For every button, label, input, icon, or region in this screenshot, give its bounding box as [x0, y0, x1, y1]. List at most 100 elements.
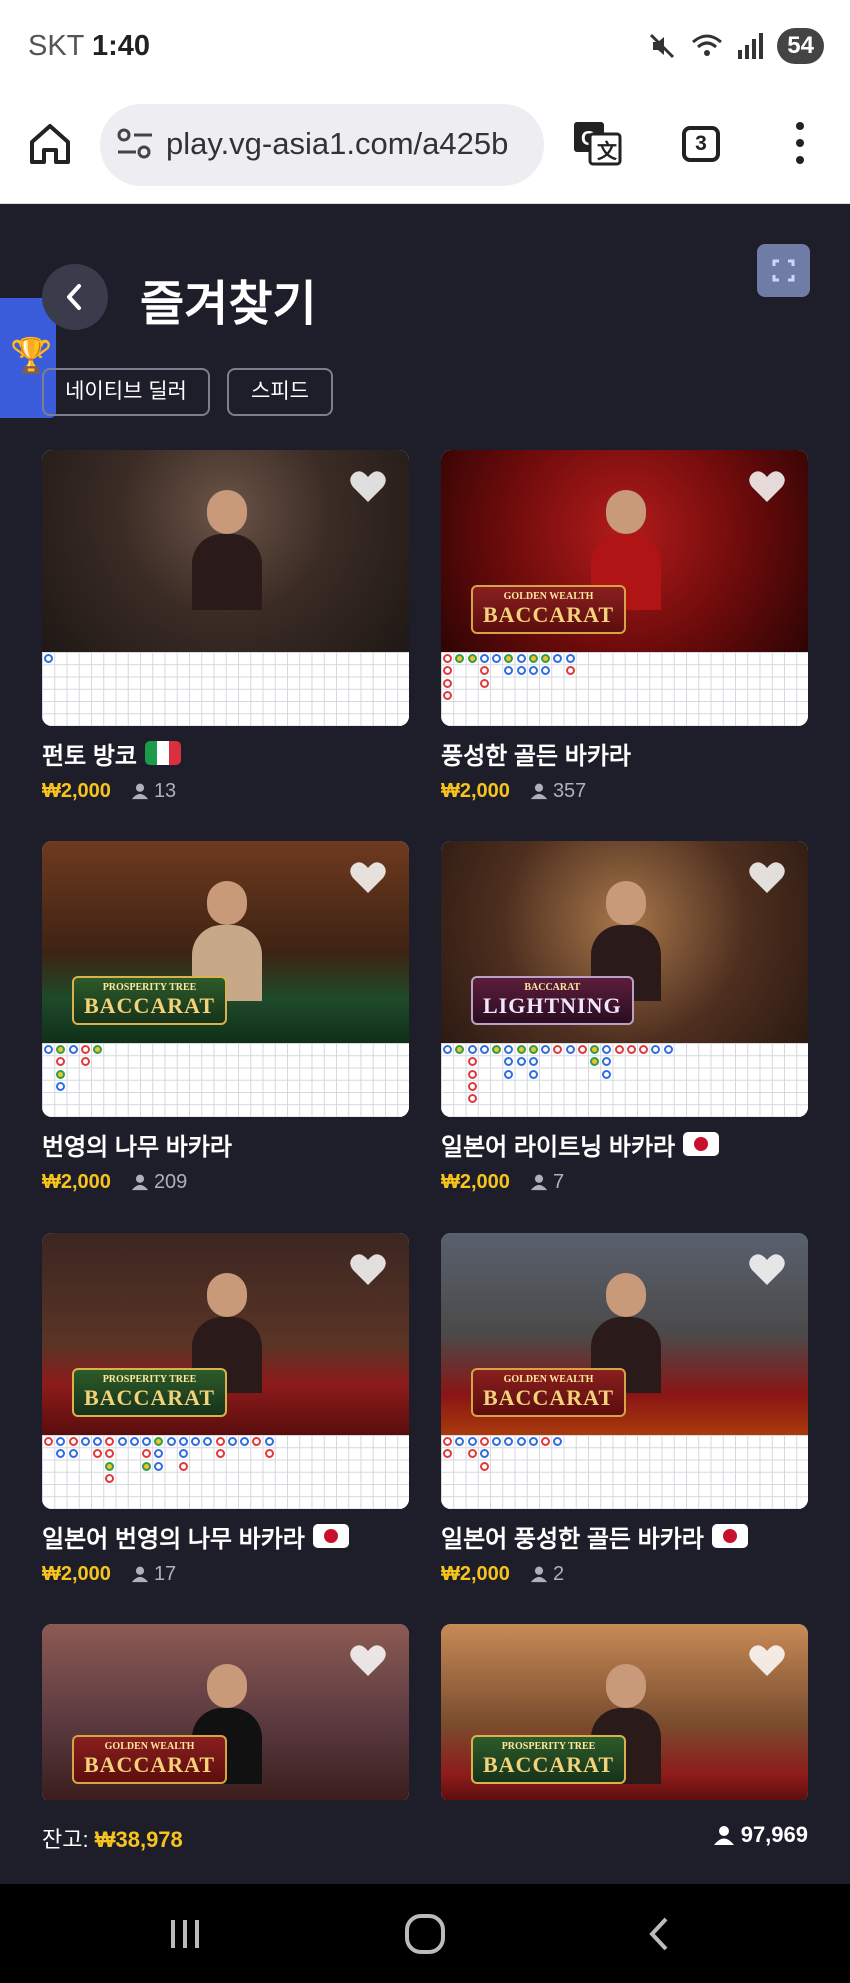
live-dealer-video: PROSPERITY TREE BACCARAT: [42, 841, 409, 1043]
bead-banker: [479, 1437, 489, 1446]
balance-value: ₩38,978: [94, 1827, 183, 1852]
bead-tie: [154, 1437, 164, 1446]
game-thumbnail[interactable]: PROSPERITY TREE BACCARAT: [42, 1233, 409, 1509]
bead-player: [467, 1045, 477, 1054]
game-title: 번영의 나무 바카라: [42, 1127, 409, 1161]
live-dealer-video: BACCARAT LIGHTNING: [441, 841, 808, 1043]
bead-player: [479, 1449, 489, 1459]
bead-player: [516, 654, 526, 663]
more-options-icon[interactable]: [790, 122, 810, 166]
game-logo-text: LIGHTNING: [483, 993, 622, 1018]
game-title-text: 일본어 풍성한 골든 바카라: [441, 1525, 704, 1553]
game-title: 일본어 풍성한 골든 바카라: [441, 1519, 808, 1553]
favorite-heart-icon[interactable]: [748, 861, 786, 895]
bead-player: [227, 1437, 237, 1446]
game-card[interactable]: PROSPERITY TREE BACCARAT 일본어 번영의 나무 바카라 ₩…: [42, 1233, 409, 1589]
site-settings-icon[interactable]: [116, 126, 154, 162]
bead-banker: [626, 1045, 636, 1054]
bead-player: [191, 1437, 200, 1446]
recent-apps-icon[interactable]: [165, 1914, 205, 1954]
bead-player: [56, 1081, 66, 1091]
browser-toolbar: play.vg-asia1.com/a425b G文 3: [0, 96, 850, 204]
game-thumbnail[interactable]: GOLDEN WEALTH BACCARAT: [441, 450, 808, 726]
home-icon[interactable]: [26, 120, 74, 168]
game-thumbnail[interactable]: GOLDEN WEALTH BACCARAT: [441, 1233, 808, 1509]
fullscreen-button[interactable]: [757, 244, 810, 297]
game-logo-text: BACCARAT: [84, 1385, 216, 1410]
game-card[interactable]: PROSPERITY TREE BACCARAT: [441, 1624, 808, 1802]
bead-player: [528, 666, 538, 676]
player-count: 13: [131, 780, 176, 803]
bead-road: [42, 1435, 409, 1509]
game-meta: ₩2,000 209: [42, 1167, 409, 1197]
game-card[interactable]: GOLDEN WEALTH BACCARAT: [42, 1624, 409, 1802]
bead-tie: [93, 1045, 102, 1054]
address-bar[interactable]: play.vg-asia1.com/a425b: [100, 104, 544, 186]
game-card[interactable]: PROSPERITY TREE BACCARAT 번영의 나무 바카라 ₩2,00…: [42, 841, 409, 1197]
bead-player: [528, 1437, 538, 1446]
live-dealer-video: PROSPERITY TREE BACCARAT: [441, 1624, 808, 1802]
favorite-heart-icon[interactable]: [349, 1253, 387, 1287]
player-count: 17: [131, 1563, 176, 1586]
game-logo-text: BACCARAT: [84, 1752, 216, 1777]
game-thumbnail[interactable]: PROSPERITY TREE BACCARAT: [441, 1624, 808, 1802]
bead-player: [154, 1449, 164, 1459]
bead-player: [663, 1045, 673, 1054]
min-bet: ₩2,000: [42, 1170, 111, 1193]
game-meta: ₩2,000 13: [42, 776, 409, 806]
game-logo-text: BACCARAT: [483, 1385, 615, 1410]
favorite-heart-icon[interactable]: [349, 861, 387, 895]
bead-banker: [565, 666, 575, 676]
bead-banker: [80, 1057, 90, 1067]
online-players: 97,969: [713, 1822, 808, 1848]
user-icon: [713, 1826, 734, 1845]
game-title: 펀토 방코: [42, 736, 409, 770]
filter-native-dealer[interactable]: 네이티브 딜러: [42, 368, 210, 416]
player-count-value: 13: [153, 779, 177, 802]
bead-player: [154, 1461, 164, 1471]
game-card[interactable]: GOLDEN WEALTH BACCARAT 풍성한 골든 바카라 ₩2,000 …: [441, 450, 808, 806]
game-card[interactable]: BACCARAT LIGHTNING 일본어 라이트닝 바카라 ₩2,000 7: [441, 841, 808, 1197]
game-card[interactable]: GOLDEN WEALTH BACCARAT 일본어 풍성한 골든 바카라 ₩2,…: [441, 1233, 808, 1589]
game-card[interactable]: 펀토 방코 ₩2,000 13: [42, 450, 409, 806]
favorite-heart-icon[interactable]: [349, 1644, 387, 1678]
player-count: 2: [530, 1563, 564, 1586]
min-bet: ₩2,000: [441, 1562, 510, 1585]
live-dealer-video: PROSPERITY TREE BACCARAT: [42, 1233, 409, 1435]
bead-banker: [105, 1437, 115, 1446]
favorite-heart-icon[interactable]: [748, 1253, 786, 1287]
favorite-heart-icon[interactable]: [349, 470, 387, 504]
translate-icon[interactable]: G文: [572, 118, 622, 168]
bead-tie: [455, 1045, 465, 1054]
favorite-heart-icon[interactable]: [748, 1644, 786, 1678]
game-logo-sub: PROSPERITY TREE: [102, 982, 197, 993]
game-thumbnail[interactable]: PROSPERITY TREE BACCARAT: [42, 841, 409, 1117]
favorite-heart-icon[interactable]: [748, 470, 786, 504]
game-thumbnail[interactable]: BACCARAT LIGHTNING: [441, 841, 808, 1117]
game-logo-sub: GOLDEN WEALTH: [104, 1741, 195, 1752]
bead-road: [42, 1043, 409, 1117]
min-bet: ₩2,000: [441, 779, 510, 802]
filter-speed[interactable]: 스피드: [227, 368, 333, 416]
bead-player: [264, 1437, 274, 1446]
bead-player: [240, 1437, 249, 1446]
game-thumbnail[interactable]: [42, 450, 409, 726]
game-title: 일본어 번영의 나무 바카라: [42, 1519, 409, 1553]
bead-tie: [590, 1045, 599, 1054]
bead-player: [178, 1449, 188, 1459]
game-thumbnail[interactable]: GOLDEN WEALTH BACCARAT: [42, 1624, 409, 1802]
user-icon: [530, 783, 548, 800]
min-bet: ₩2,000: [42, 1562, 111, 1585]
back-nav-icon[interactable]: [640, 1914, 680, 1954]
balance: 잔고: ₩38,978: [42, 1822, 183, 1854]
home-nav-icon[interactable]: [403, 1912, 447, 1956]
tab-switcher-button[interactable]: 3: [682, 126, 720, 162]
japan-flag-icon: [312, 1524, 349, 1548]
wifi-icon: [692, 34, 723, 56]
bead-banker: [56, 1057, 66, 1067]
bead-banker: [614, 1045, 624, 1054]
bead-banker: [479, 1461, 489, 1471]
back-button[interactable]: [42, 264, 108, 330]
bead-player: [142, 1437, 151, 1446]
bead-tie: [492, 1045, 501, 1054]
